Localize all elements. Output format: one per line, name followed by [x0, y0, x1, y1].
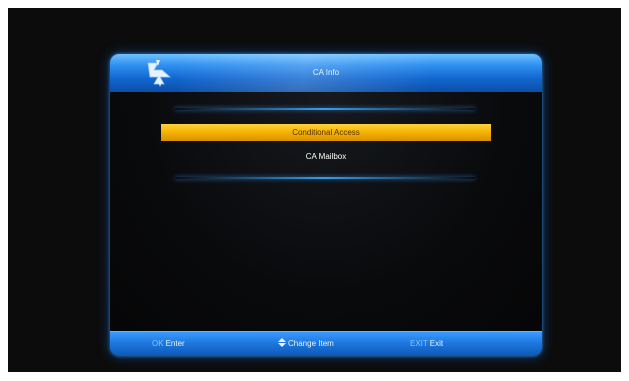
hint-enter[interactable]: OK Enter — [152, 332, 185, 356]
exit-label: Exit — [429, 339, 444, 348]
change-item-label: Change Item — [288, 339, 334, 348]
ca-info-dialog: CA Info Conditional Access CA Mailbox OK… — [110, 54, 542, 356]
exit-key-label: EXIT — [410, 339, 428, 348]
ok-key-label: OK — [152, 339, 164, 348]
up-down-arrows-icon — [278, 338, 286, 347]
menu-area: Conditional Access CA Mailbox — [110, 92, 542, 332]
hint-change-item[interactable]: Change Item — [278, 332, 334, 356]
footer-hints: OK Enter Change Item EXIT Exit — [110, 331, 542, 356]
menu-item-conditional-access[interactable]: Conditional Access — [161, 124, 491, 141]
bottom-divider — [175, 177, 475, 179]
top-divider — [175, 108, 475, 110]
title-bar: CA Info — [110, 54, 542, 93]
dialog-title: CA Info — [312, 68, 340, 77]
enter-label: Enter — [165, 339, 185, 348]
menu-item-ca-mailbox[interactable]: CA Mailbox — [161, 148, 491, 165]
hint-exit[interactable]: EXIT Exit — [410, 332, 443, 356]
tv-screen: CA Info Conditional Access CA Mailbox OK… — [8, 8, 621, 372]
